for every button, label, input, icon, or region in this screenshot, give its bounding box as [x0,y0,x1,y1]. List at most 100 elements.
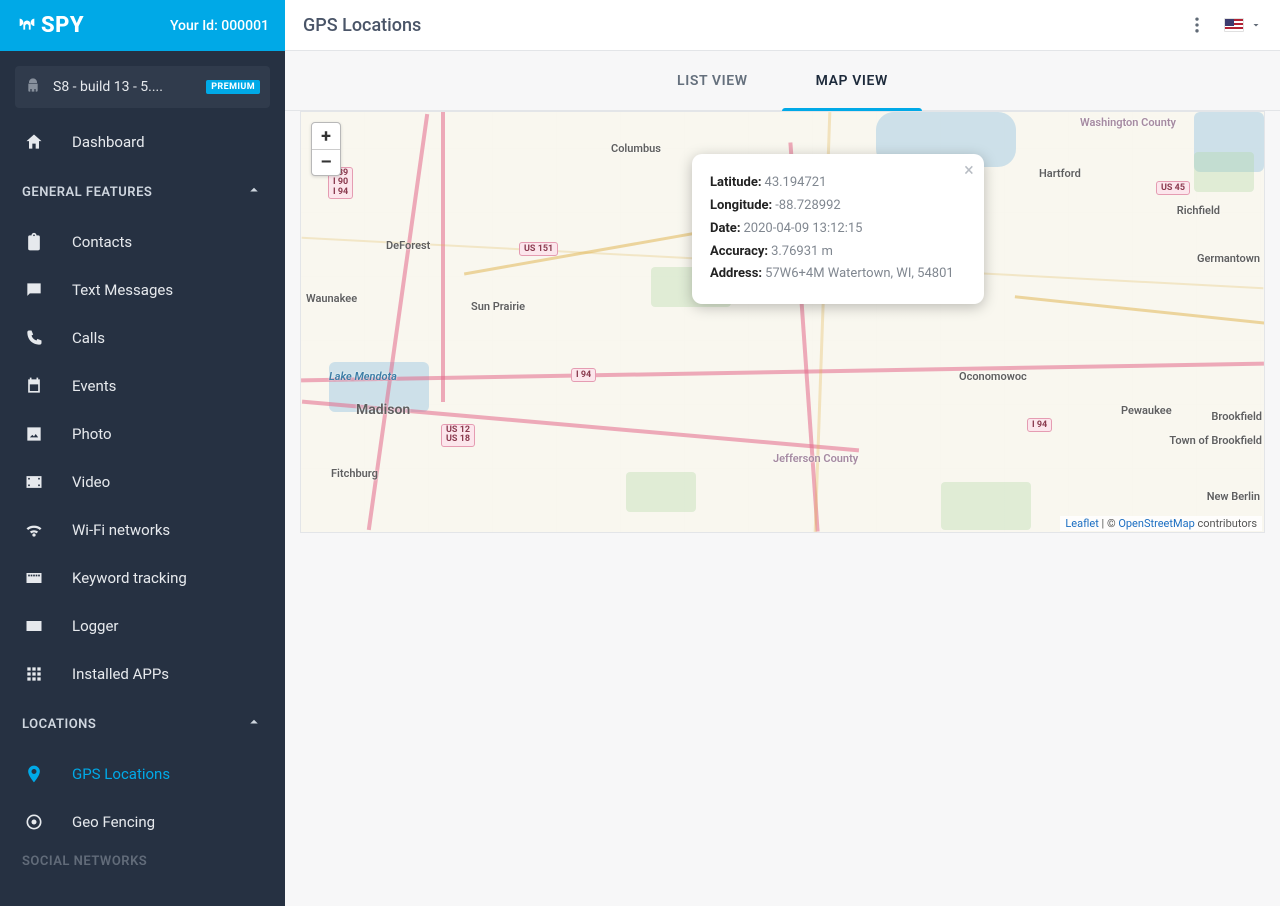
popup-value: 43.194721 [765,175,827,190]
section-label: GENERAL FEATURES [22,185,245,200]
section-social-networks: SOCIAL NETWORKS [0,846,285,869]
nav-label: GPS Locations [72,765,170,783]
popup-value: 57W6+4M Watertown, WI, 54801 [765,266,954,281]
tab-list-view[interactable]: LIST VIEW [643,51,782,110]
map-attribution: Leaflet | © OpenStreetMap contributors [1060,516,1262,531]
nav-list: Dashboard GENERAL FEATURES Contacts Text… [0,108,285,889]
label-townbrookfield: Town of Brookfield [1169,434,1262,447]
label-lakemendota: Lake Mendota [329,370,397,383]
nav-dashboard[interactable]: Dashboard [0,118,285,166]
label-waunakee: Waunakee [306,292,357,305]
sidebar-topbar: SPY Your Id: 000001 [0,0,285,51]
popup-value: 2020-04-09 13:12:15 [744,221,863,236]
nav-contacts[interactable]: Contacts [0,218,285,266]
wifi-icon [22,520,46,540]
label-fitchburg: Fitchburg [331,467,378,480]
nav-label: Contacts [72,233,132,251]
shield-i94b: I 94 [1027,418,1052,432]
popup-key: Address: [710,266,762,281]
label-jefferson: Jefferson County [773,452,858,465]
tab-label: LIST VIEW [677,73,748,89]
nav-label: Photo [72,425,112,443]
section-locations[interactable]: LOCATIONS [0,698,285,750]
section-label: LOCATIONS [22,717,245,732]
image-icon [22,424,46,444]
label-hartford: Hartford [1039,167,1081,180]
brand-logo[interactable]: SPY [16,13,84,38]
device-selector[interactable]: S8 - build 13 - 5.... PREMIUM [15,66,270,108]
map-green [941,482,1031,530]
nav-calls[interactable]: Calls [0,314,285,362]
more-menu-button[interactable] [1180,8,1214,42]
your-id: Your Id: 000001 [170,18,269,34]
section-general-features[interactable]: GENERAL FEATURES [0,166,285,218]
popup-key: Latitude: [710,175,762,190]
nav-logger[interactable]: Logger [0,602,285,650]
shield-us45: US 45 [1156,181,1190,195]
android-icon [25,77,41,97]
nav-label: Keyword tracking [72,569,187,587]
nav-label: Geo Fencing [72,813,155,831]
device-name: S8 - build 13 - 5.... [53,79,200,95]
map-green [1194,152,1254,192]
shield-us151: US 151 [519,242,558,256]
popup-value: -88.728992 [775,198,840,213]
clipboard-icon [22,232,46,252]
zoom-out-button[interactable]: – [312,149,340,175]
nav-label: Dashboard [72,133,145,151]
nav-installed-apps[interactable]: Installed APPs [0,650,285,698]
sidebar: SPY Your Id: 000001 S8 - build 13 - 5...… [0,0,285,906]
label-oconomowoc: Oconomowoc [959,370,1027,383]
shield-i94: I 94 [571,368,596,382]
flag-us-icon [1224,18,1244,32]
phone-icon [22,328,46,348]
nav-gps-locations[interactable]: GPS Locations [0,750,285,798]
nav-keyword-tracking[interactable]: Keyword tracking [0,554,285,602]
label-columbus: Columbus [611,142,661,155]
osm-link[interactable]: OpenStreetMap [1118,517,1194,530]
tab-label: MAP VIEW [816,73,888,89]
nav-label: Logger [72,617,119,635]
apps-icon [22,664,46,684]
nav-label: Video [72,473,110,491]
nav-label: Text Messages [72,281,173,299]
shield-us12: US 12 US 18 [441,424,475,447]
nav-events[interactable]: Events [0,362,285,410]
zoom-control: + – [311,122,341,176]
label-washingtoncounty: Washington County [1080,116,1176,129]
logger-icon [22,616,46,636]
home-icon [22,132,46,152]
video-icon [22,472,46,492]
nav-photo[interactable]: Photo [0,410,285,458]
target-icon [22,812,46,832]
brand-text: SPY [41,13,84,38]
page-title: GPS Locations [303,15,421,36]
label-germantown: Germantown [1197,252,1260,265]
language-selector[interactable] [1224,16,1262,35]
message-icon [22,280,46,300]
label-deforest: DeForest [386,239,430,252]
nav-geo-fencing[interactable]: Geo Fencing [0,798,285,846]
tab-map-view[interactable]: MAP VIEW [782,51,922,110]
keyboard-icon [22,568,46,588]
popup-close-button[interactable]: × [964,162,974,180]
nav-text-messages[interactable]: Text Messages [0,266,285,314]
popup-key: Date: [710,221,741,236]
location-popup: × Latitude:43.194721 Longitude:-88.72899… [692,154,984,304]
popup-key: Longitude: [710,198,772,213]
nav-label: Events [72,377,116,395]
nav-video[interactable]: Video [0,458,285,506]
map-canvas[interactable]: I 39 I 90 I 94 US 151 I 94 I 94 US 12 US… [300,111,1265,533]
label-richfield: Richfield [1177,204,1220,217]
caret-down-icon [1250,16,1262,35]
nav-wifi[interactable]: Wi-Fi networks [0,506,285,554]
leaflet-link[interactable]: Leaflet [1065,517,1098,530]
main-area: GPS Locations LIST VIEW MAP VIEW [285,0,1280,906]
nav-label: Wi-Fi networks [72,521,170,539]
chevron-up-icon [245,713,263,735]
label-madison: Madison [356,402,410,418]
label-brookfield: Brookfield [1211,410,1262,423]
label-pewaukee: Pewaukee [1121,404,1172,417]
zoom-in-button[interactable]: + [312,123,340,149]
map-green [626,472,696,512]
